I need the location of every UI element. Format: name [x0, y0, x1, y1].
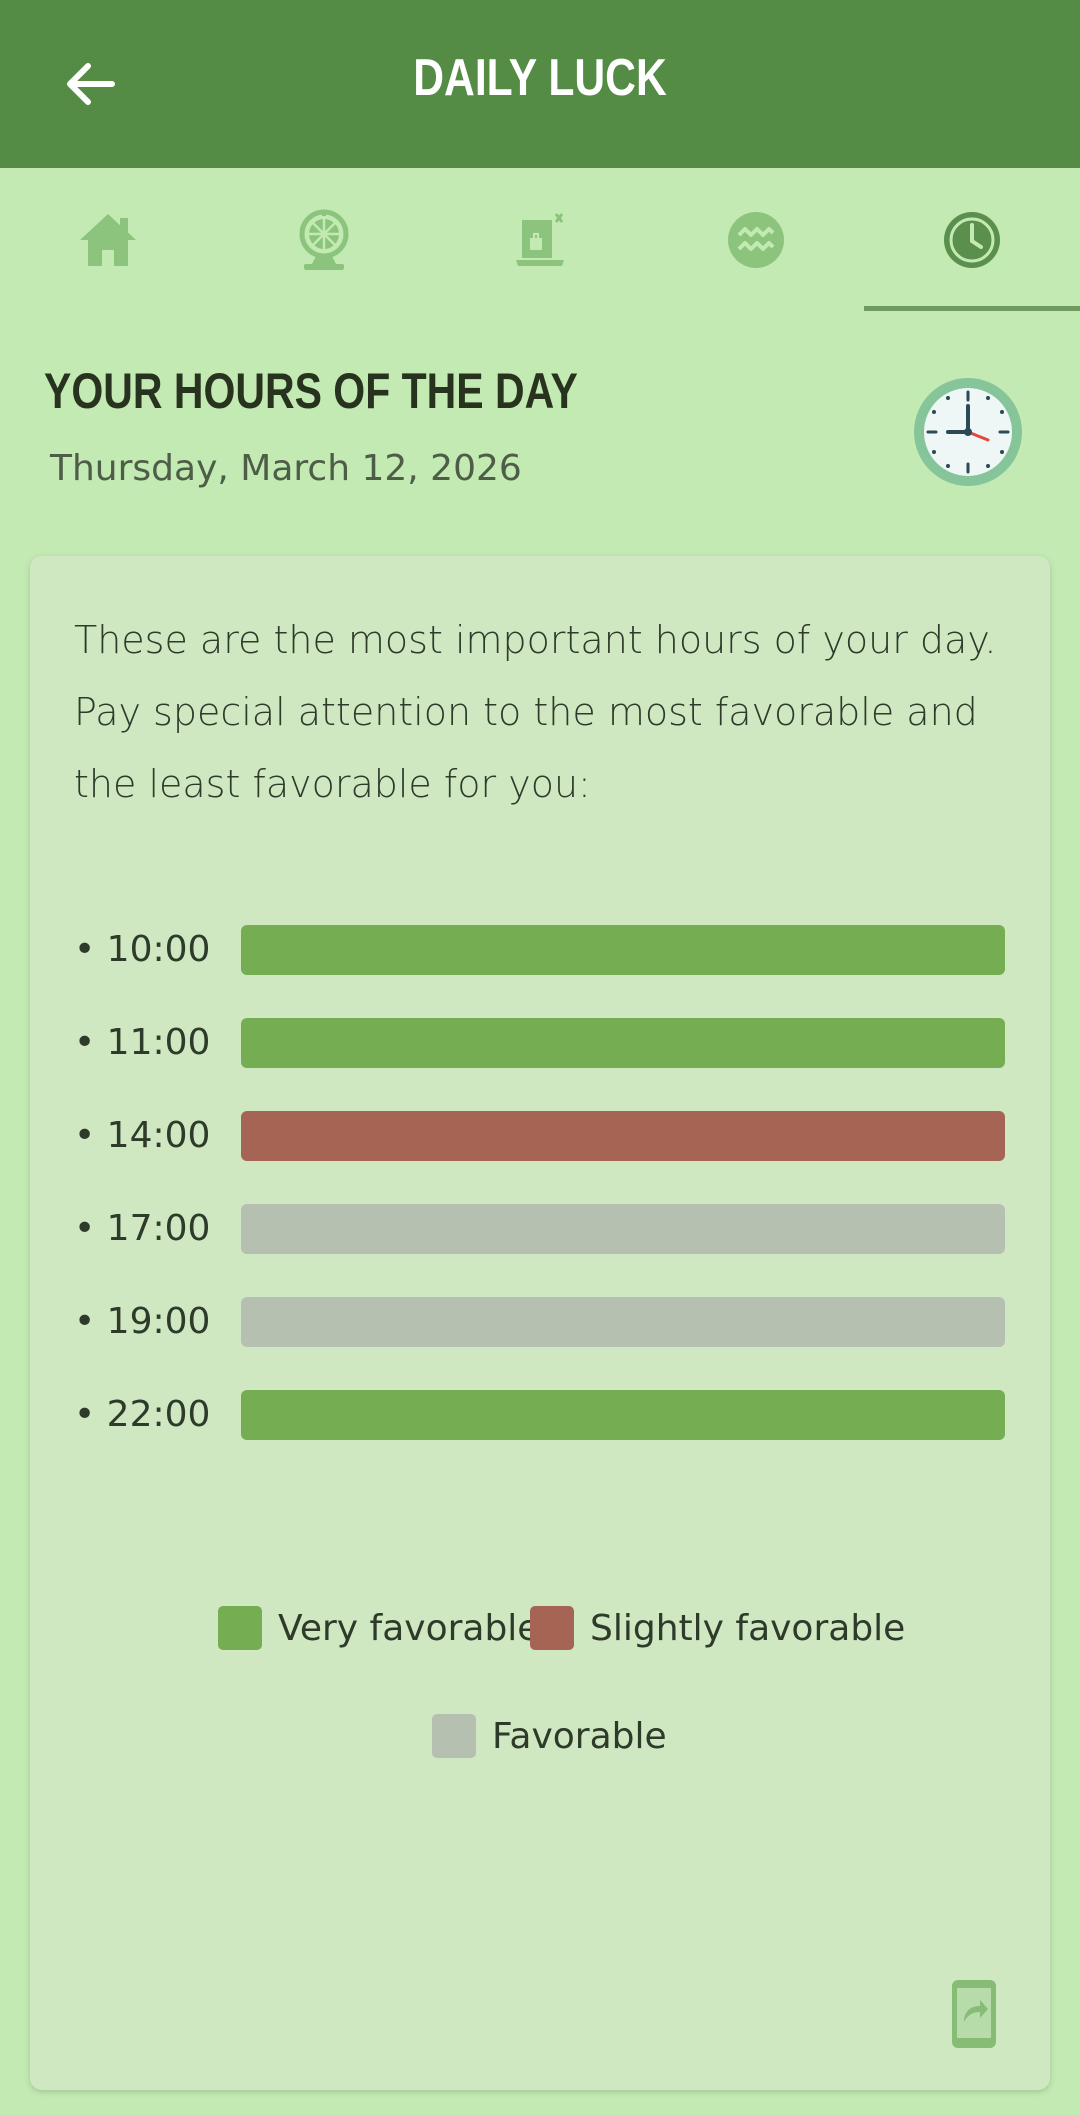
clock-illustration-icon — [914, 378, 1022, 486]
card-icon — [516, 213, 564, 266]
app-bar: DAILY LUCK — [0, 0, 1080, 168]
hour-row: • 19:00 — [74, 1296, 1034, 1348]
hour-bar — [241, 1018, 1005, 1068]
page-title: YOUR HOURS OF THE DAY — [44, 363, 578, 419]
hour-label: • 10:00 — [74, 929, 211, 970]
legend-item-slightly-favorable: Slightly favorable — [530, 1606, 905, 1650]
tab-bar — [0, 168, 1080, 312]
hour-bar — [241, 1111, 1005, 1161]
hour-row: • 10:00 — [74, 924, 1034, 976]
legend-swatch — [432, 1714, 476, 1758]
hours-card: These are the most important hours of yo… — [30, 556, 1050, 2090]
page-date: Thursday, March 12, 2026 — [50, 448, 522, 489]
legend-item-very-favorable: Very favorable — [218, 1606, 539, 1650]
hour-label: • 11:00 — [74, 1022, 211, 1063]
hour-label: • 14:00 — [74, 1115, 211, 1156]
legend-swatch — [218, 1606, 262, 1650]
legend-label: Very favorable — [278, 1607, 540, 1649]
home-icon — [80, 214, 136, 266]
legend-swatch — [530, 1606, 574, 1650]
legend-label: Slightly favorable — [590, 1607, 906, 1649]
active-tab-indicator — [864, 306, 1080, 311]
hour-label: • 22:00 — [74, 1394, 211, 1435]
hour-label: • 17:00 — [74, 1208, 211, 1249]
clock-icon — [944, 212, 1000, 268]
hour-bar — [241, 1204, 1005, 1254]
hour-row: • 11:00 — [74, 1017, 1034, 1069]
share-button[interactable] — [950, 1978, 998, 2050]
legend-label: Favorable — [492, 1715, 667, 1757]
hour-bar — [241, 1390, 1005, 1440]
tab-home[interactable] — [0, 168, 216, 312]
hour-row: • 14:00 — [74, 1110, 1034, 1162]
app-title: DAILY LUCK — [413, 49, 667, 107]
hour-row: • 22:00 — [74, 1389, 1034, 1441]
tab-fortune-wheel[interactable] — [216, 168, 432, 312]
tab-card[interactable] — [432, 168, 648, 312]
hour-bar — [241, 925, 1005, 975]
legend-item-favorable: Favorable — [432, 1714, 667, 1758]
hour-label: • 19:00 — [74, 1301, 211, 1342]
tab-hours[interactable] — [864, 168, 1080, 312]
card-intro-text: These are the most important hours of yo… — [74, 618, 997, 806]
fortune-wheel-icon — [299, 209, 349, 270]
tab-zodiac[interactable] — [648, 168, 864, 312]
hour-row: • 17:00 — [74, 1203, 1034, 1255]
share-phone-icon — [952, 1980, 996, 2048]
zodiac-aquarius-icon — [728, 212, 784, 268]
hour-bar — [241, 1297, 1005, 1347]
